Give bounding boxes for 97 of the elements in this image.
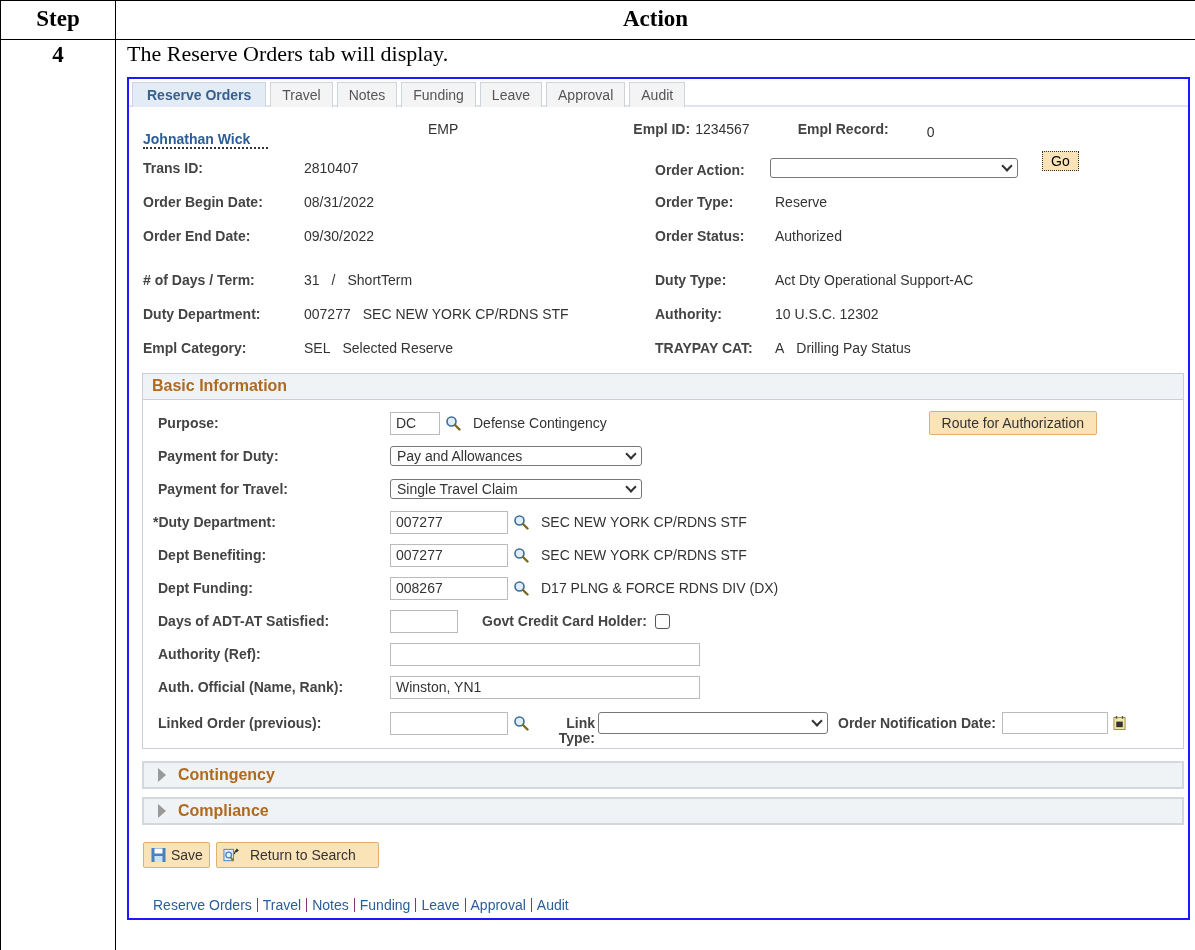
field-value: Act Dty Operational Support-AC: [775, 272, 974, 288]
field-label: Days of ADT-AT Satisfied:: [158, 613, 331, 629]
footer-link[interactable]: Funding: [359, 897, 411, 913]
field-label: Order Action:: [655, 162, 746, 178]
column-header: Action: [621, 5, 690, 33]
field-label: Link Type:: [557, 716, 595, 746]
field-label: Duty Type:: [655, 272, 728, 288]
magnifier-page-icon: [222, 847, 240, 863]
field-label: Trans ID:: [143, 160, 204, 176]
dropdown[interactable]: Pay and Allowances: [390, 446, 642, 466]
field-value: D17 PLNG & FORCE RDNS DIV (DX): [541, 580, 779, 596]
field-label: Order Begin Date:: [143, 194, 264, 210]
input-field[interactable]: [390, 642, 700, 666]
tab[interactable]: Leave: [479, 82, 542, 107]
field-label: Order End Date:: [143, 228, 252, 244]
field-value: /: [331, 272, 336, 288]
tab[interactable]: Travel: [270, 82, 333, 107]
field-value: 09/30/2022: [304, 228, 375, 244]
field-value: 2810407: [304, 160, 359, 176]
field-value: Drilling Pay Status: [796, 340, 911, 356]
field-value: 007277: [304, 306, 351, 322]
input-field[interactable]: 007277: [390, 510, 508, 534]
dropdown[interactable]: Single Travel Claim: [390, 479, 642, 499]
calendar-icon[interactable]: [1112, 715, 1126, 731]
field-value: 08/31/2022: [304, 194, 375, 210]
field-value: ShortTerm: [347, 272, 413, 288]
field-label: Linked Order (previous):: [158, 715, 323, 731]
field-label: Purpose:: [158, 415, 220, 431]
input-field[interactable]: 007277: [390, 543, 508, 567]
field-value: 1234567: [695, 121, 750, 137]
input-field[interactable]: 008267: [390, 576, 508, 600]
footer-link[interactable]: Approval: [470, 897, 526, 913]
route-for-authorization-button[interactable]: Route for Authorization: [928, 411, 1097, 435]
go-button[interactable]: Go: [1042, 151, 1079, 171]
input-field[interactable]: [390, 609, 458, 633]
field-label: Order Notification Date:: [838, 715, 996, 731]
field-label: Payment for Travel:: [158, 481, 289, 497]
field-value: 0: [926, 124, 935, 140]
field-label: Auth. Official (Name, Rank):: [158, 679, 345, 695]
field-value: 31: [304, 272, 320, 288]
input-field[interactable]: [390, 711, 508, 735]
checkbox[interactable]: [654, 613, 670, 629]
date-field[interactable]: [1001, 712, 1108, 734]
collapsible-section[interactable]: Compliance: [142, 797, 1184, 825]
employee-name-link[interactable]: Johnathan Wick: [143, 131, 268, 149]
return-to-search-button[interactable]: Return to Search: [215, 842, 379, 868]
field-value: Reserve: [775, 194, 828, 210]
field-label: Payment for Duty:: [158, 448, 280, 464]
field-label: *Duty Department:: [153, 514, 277, 530]
search-icon[interactable]: [513, 547, 529, 563]
field-value: Defense Contingency: [473, 415, 607, 431]
field-value: A: [775, 340, 785, 356]
tab[interactable]: Reserve Orders: [132, 82, 267, 107]
field-value: SEC NEW YORK CP/RDNS STF: [541, 547, 747, 563]
tab[interactable]: Notes: [336, 82, 398, 107]
field-label: Authority:: [655, 306, 723, 322]
section-header: Basic Information: [143, 374, 1183, 400]
dropdown[interactable]: [598, 712, 828, 734]
column-header: Step: [1, 1, 116, 39]
field-label: Dept Benefiting:: [158, 547, 268, 563]
search-icon[interactable]: [513, 514, 529, 530]
search-icon[interactable]: [445, 415, 461, 431]
field-label: Empl Record:: [797, 121, 889, 137]
field-label: Order Status:: [655, 228, 746, 244]
input-field[interactable]: Winston, YN1: [390, 675, 700, 699]
field-label: # of Days / Term:: [143, 272, 256, 288]
footer-link[interactable]: Notes: [312, 897, 349, 913]
step-number: 4: [52, 42, 64, 67]
field-label: TRAYPAY CAT:: [655, 340, 754, 356]
field-label: Empl Category:: [143, 340, 248, 356]
field-label: Empl ID:: [633, 121, 691, 137]
field-label: Duty Department:: [143, 306, 262, 322]
field-value: SEL: [304, 340, 331, 356]
footer-link[interactable]: Audit: [536, 897, 569, 913]
field-label: Order Type:: [655, 194, 735, 210]
field-value: SEC NEW YORK CP/RDNS STF: [362, 306, 569, 322]
tab[interactable]: Audit: [629, 82, 686, 107]
tab[interactable]: Funding: [401, 82, 476, 107]
employee-type: EMP: [428, 121, 459, 137]
order-action-dropdown[interactable]: [770, 158, 1018, 178]
footer-link[interactable]: Leave: [421, 897, 460, 913]
field-label: Authority (Ref):: [158, 646, 262, 662]
field-value: Selected Reserve: [342, 340, 453, 356]
field-label: Dept Funding:: [158, 580, 254, 596]
collapsible-section[interactable]: Contingency: [142, 761, 1184, 789]
field-value: Authorized: [775, 228, 842, 244]
field-value: 10 U.S.C. 12302: [775, 306, 879, 322]
field-value: SEC NEW YORK CP/RDNS STF: [541, 514, 747, 530]
footer-link[interactable]: Travel: [262, 897, 302, 913]
instruction-text: The Reserve Orders tab will display.: [127, 41, 449, 67]
search-icon[interactable]: [513, 580, 529, 596]
search-icon[interactable]: [513, 715, 529, 731]
footer-link[interactable]: Reserve Orders: [153, 897, 252, 913]
tab[interactable]: Approval: [546, 82, 626, 107]
field-label: Govt Credit Card Holder:: [482, 613, 647, 629]
save-button[interactable]: Save: [143, 842, 210, 868]
input-field[interactable]: DC: [390, 411, 440, 435]
